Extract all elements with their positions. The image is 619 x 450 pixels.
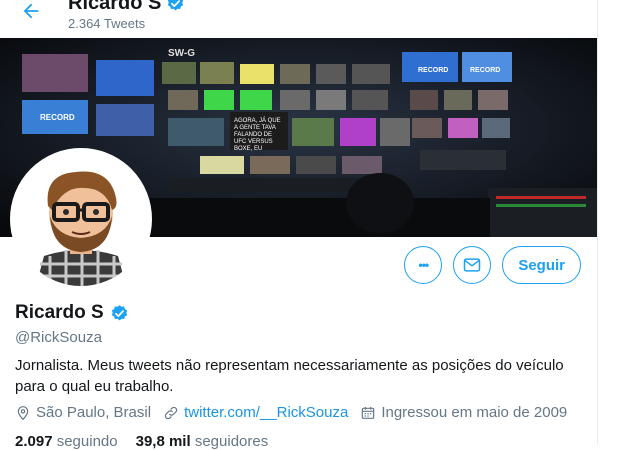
followers-label: seguidores [194,433,269,450]
location-pin-icon [17,405,29,420]
header-name: Ricardo S [68,0,162,14]
column-divider [597,0,598,445]
verified-badge-icon [168,0,184,11]
location-text: São Paulo, Brasil [36,404,152,421]
website-link[interactable]: twitter.com/__RickSouza [184,404,348,421]
banner-caption-4: UFC VERSUS [234,139,273,145]
back-arrow-icon [23,3,39,19]
link-icon [164,406,178,419]
header-name-row: Ricardo S [68,0,185,15]
following-label: seguindo [56,433,118,450]
message-button[interactable] [453,246,492,284]
profile-name: Ricardo S [15,302,104,323]
banner-label-record-1: RECORD [40,113,75,122]
banner-label-record-2: RECORD [418,67,448,74]
banner-caption-1: AGORA, JÁ QUE [234,117,281,124]
following-count[interactable]: 2.097 seguindo [15,433,118,450]
banner-caption-2: A GENTE TAVA [234,125,276,131]
profile-handle: @RickSouza [15,329,102,346]
banner-caption-3: FALANDO DE [234,132,272,138]
more-dots-icon: ••• [418,258,430,272]
website-item: twitter.com/__RickSouza [163,404,348,421]
verified-badge-icon [111,304,127,320]
banner-label-record-3: RECORD [470,67,500,74]
banner-caption-5: BOXE, EU [234,146,262,152]
follow-button[interactable]: Seguir [502,246,581,284]
joined-item: Ingressou em maio de 2009 [360,404,567,421]
profile-meta: São Paulo, Brasil twitter.com/__RickSouz… [15,404,579,421]
profile-avatar[interactable] [10,148,152,290]
back-button[interactable] [14,0,48,28]
following-value: 2.097 [15,433,53,450]
joined-text: Ingressou em maio de 2009 [381,404,568,421]
envelope-icon [464,258,481,272]
calendar-icon [362,406,375,419]
more-options-button[interactable]: ••• [404,246,443,284]
profile-bio: Jornalista. Meus tweets não representam … [15,357,564,395]
profile-header: Ricardo S 2.364 Tweets [0,0,597,38]
profile-name-row: Ricardo S [15,302,129,324]
tweet-count: 2.364 Tweets [68,16,146,31]
followers-value: 39,8 mil [135,433,191,450]
location-item: São Paulo, Brasil [15,404,151,421]
banner-label-swg: SW-G [168,48,195,59]
avatar-illustration [14,152,148,286]
follow-counts: 2.097 seguindo 39,8 mil seguidores [15,433,268,450]
profile-actions: ••• Seguir [404,246,581,284]
followers-count[interactable]: 39,8 mil seguidores [136,433,269,450]
